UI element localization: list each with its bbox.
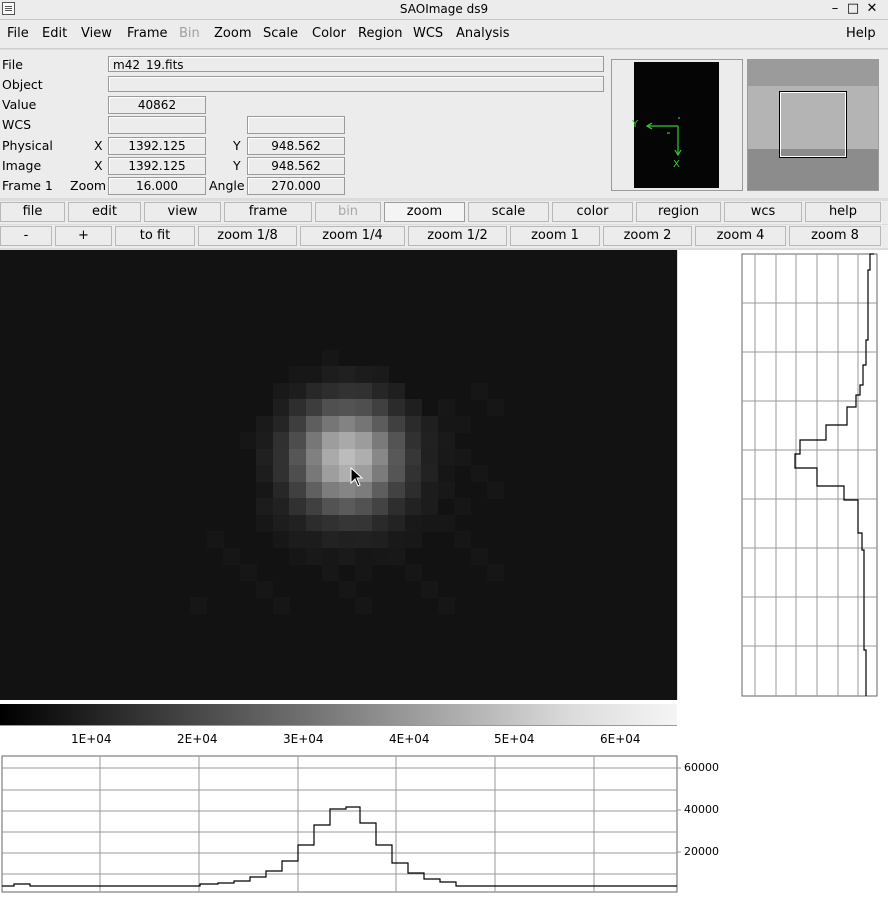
image-display[interactable] <box>0 250 677 700</box>
menu-wcs[interactable]: WCS <box>413 26 443 41</box>
physical-y-field: 948.562 <box>247 137 345 155</box>
image-y-field: 948.562 <box>247 157 345 175</box>
physical-x-label: X <box>94 138 103 153</box>
colorbar-tick-4e4: 4E+04 <box>389 732 430 746</box>
angle-label: Angle <box>209 178 245 193</box>
zoom-label: Zoom <box>70 178 107 193</box>
bottom-graph-tick-40000: 40000 <box>684 803 719 816</box>
menu-color[interactable]: Color <box>312 26 346 41</box>
file-label: File <box>2 57 23 72</box>
menu-bar: File Edit View Frame Bin Zoom Scale Colo… <box>0 20 888 49</box>
maximize-button[interactable]: □ <box>845 1 861 17</box>
button-bar-main: file edit view frame bin zoom scale colo… <box>0 201 888 224</box>
button-file[interactable]: file <box>0 202 65 222</box>
menu-scale[interactable]: Scale <box>263 26 298 41</box>
star-image <box>0 250 677 700</box>
close-button[interactable]: ✕ <box>864 1 880 17</box>
image-label: Image <box>2 158 42 173</box>
frame-label: Frame 1 <box>2 178 53 193</box>
colorbar-tick-2e4: 2E+04 <box>177 732 218 746</box>
zoom-2-button[interactable]: zoom 2 <box>603 226 692 246</box>
physical-x-field: 1392.125 <box>108 137 206 155</box>
menu-analysis[interactable]: Analysis <box>456 26 510 41</box>
wcs-field-1 <box>108 116 206 134</box>
button-bin[interactable]: bin <box>315 202 381 222</box>
colorbar-tick-6e4: 6E+04 <box>600 732 641 746</box>
zoom-1-2-button[interactable]: zoom 1/2 <box>408 226 507 246</box>
button-zoom[interactable]: zoom <box>384 202 465 222</box>
button-scale[interactable]: scale <box>468 202 549 222</box>
bottom-graph-tick-20000: 20000 <box>684 845 719 858</box>
wcs-field-2 <box>247 116 345 134</box>
button-view[interactable]: view <box>144 202 221 222</box>
menu-view[interactable]: View <box>81 26 112 41</box>
zoom-4-button[interactable]: zoom 4 <box>695 226 786 246</box>
button-edit[interactable]: edit <box>68 202 141 222</box>
physical-y-label: Y <box>233 138 241 153</box>
object-field <box>108 76 604 92</box>
menu-edit[interactable]: Edit <box>42 26 67 41</box>
colorbar[interactable] <box>0 704 677 726</box>
menu-frame[interactable]: Frame <box>127 26 168 41</box>
bottom-graph-tick-60000: 60000 <box>684 761 719 774</box>
panner-x-axis-label: X <box>673 159 680 170</box>
minimize-button[interactable]: – <box>827 1 843 17</box>
menu-zoom[interactable]: Zoom <box>214 26 251 41</box>
button-frame[interactable]: frame <box>224 202 312 222</box>
object-label: Object <box>2 77 43 92</box>
button-wcs[interactable]: wcs <box>724 202 802 222</box>
panner-y-axis-label: Y <box>632 119 639 130</box>
value-field: 40862 <box>108 96 206 114</box>
wcs-label: WCS <box>2 117 32 132</box>
button-color[interactable]: color <box>552 202 633 222</box>
vertical-graph: 60000 40000 20000 <box>678 250 888 717</box>
zoom-field: 16.000 <box>108 177 206 195</box>
physical-label: Physical <box>2 138 53 153</box>
image-x-label: X <box>94 158 103 173</box>
zoom-1-button[interactable]: zoom 1 <box>510 226 600 246</box>
image-x-field: 1392.125 <box>108 157 206 175</box>
colorbar-tick-3e4: 3E+04 <box>283 732 324 746</box>
angle-field: 270.000 <box>247 177 345 195</box>
magnifier <box>747 59 879 191</box>
menu-file[interactable]: File <box>7 26 29 41</box>
button-bar-zoom: - + to fit zoom 1/8 zoom 1/4 zoom 1/2 zo… <box>0 225 888 248</box>
zoom-1-8-button[interactable]: zoom 1/8 <box>198 226 297 246</box>
menu-bin[interactable]: Bin <box>179 26 200 41</box>
horizontal-graph: 60000 40000 20000 <box>0 750 888 899</box>
colorbar-tick-1e4: 1E+04 <box>71 732 112 746</box>
button-region[interactable]: region <box>636 202 721 222</box>
window-title: SAOImage ds9 <box>399 2 489 16</box>
title-bar: SAOImage ds9 – □ ✕ <box>0 0 888 20</box>
button-help[interactable]: help <box>805 202 881 222</box>
file-field: m42_19.fits <box>108 56 604 72</box>
value-label: Value <box>2 97 37 112</box>
zoom-in-button[interactable]: + <box>55 226 112 246</box>
zoom-out-button[interactable]: - <box>0 226 52 246</box>
menu-help[interactable]: Help <box>846 26 876 41</box>
panner[interactable]: Y X <box>611 59 743 191</box>
colorbar-tick-5e4: 5E+04 <box>494 732 535 746</box>
menu-region[interactable]: Region <box>358 26 403 41</box>
zoom-8-button[interactable]: zoom 8 <box>789 226 881 246</box>
mouse-cursor-icon <box>350 467 364 487</box>
image-y-label: Y <box>233 158 241 173</box>
zoom-1-4-button[interactable]: zoom 1/4 <box>300 226 405 246</box>
zoom-to-fit-button[interactable]: to fit <box>115 226 195 246</box>
